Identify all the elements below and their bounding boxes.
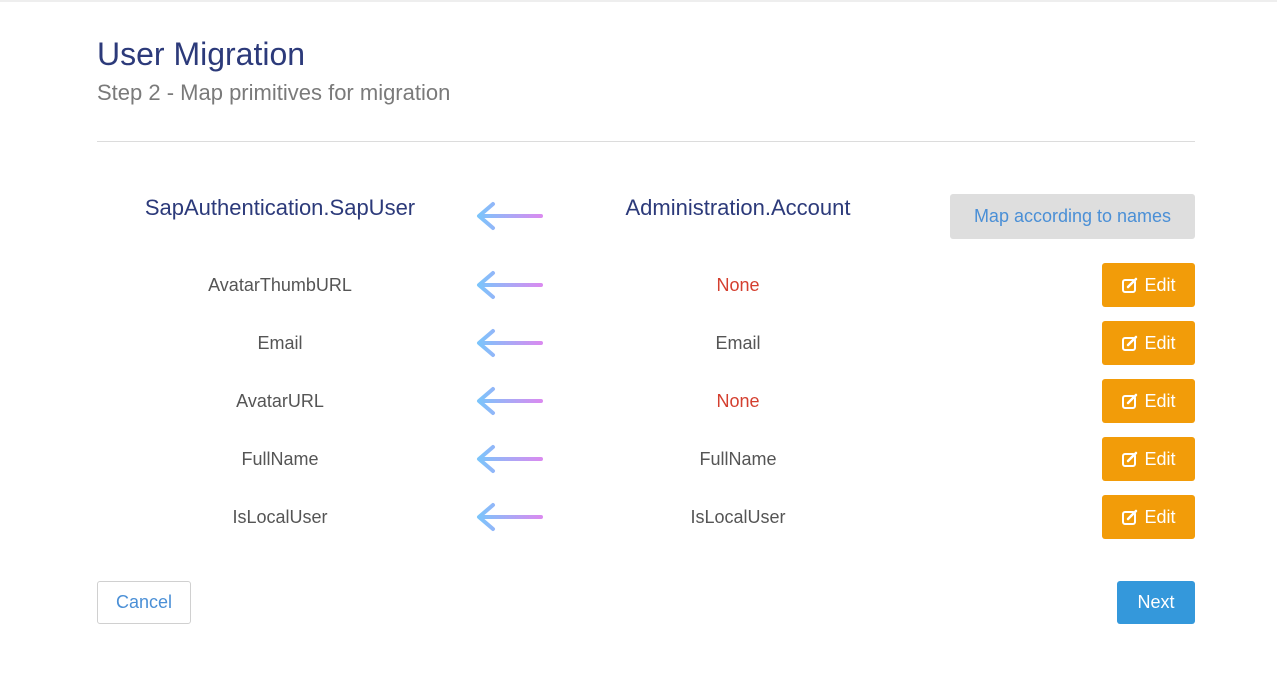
source-entity-title: Administration.Account (625, 195, 851, 220)
source-field: None (716, 275, 760, 295)
arrow-left-icon (477, 503, 543, 531)
edit-button[interactable]: Edit (1102, 263, 1195, 307)
arrow-left-icon (477, 329, 543, 357)
target-field: IsLocalUser (232, 507, 328, 527)
edit-icon (1122, 393, 1138, 409)
edit-button-label: Edit (1144, 390, 1176, 411)
edit-icon (1122, 451, 1138, 467)
target-field: FullName (241, 449, 319, 469)
edit-button-label: Edit (1144, 332, 1176, 353)
edit-button-label: Edit (1144, 506, 1176, 527)
target-entity-title: SapAuthentication.SapUser (144, 195, 416, 220)
target-field: AvatarURL (236, 391, 324, 411)
target-field: AvatarThumbURL (208, 275, 352, 295)
arrow-left-icon (477, 445, 543, 473)
source-field: FullName (699, 449, 777, 469)
edit-button[interactable]: Edit (1102, 321, 1195, 365)
top-strip (0, 0, 1277, 2)
arrow-left-icon (477, 271, 543, 299)
edit-button[interactable]: Edit (1102, 437, 1195, 481)
edit-button[interactable]: Edit (1102, 379, 1195, 423)
arrow-left-icon (477, 202, 543, 230)
source-field: IsLocalUser (690, 507, 786, 527)
edit-button[interactable]: Edit (1102, 495, 1195, 539)
edit-icon (1122, 277, 1138, 293)
cancel-button[interactable]: Cancel (97, 581, 191, 624)
source-field: None (716, 391, 760, 411)
edit-button-label: Edit (1144, 274, 1176, 295)
target-field: Email (257, 333, 303, 353)
edit-icon (1122, 335, 1138, 351)
page-title: User Migration (97, 36, 306, 72)
edit-icon (1122, 509, 1138, 525)
map-by-names-button[interactable]: Map according to names (950, 194, 1195, 239)
page-subtitle: Step 2 - Map primitives for migration (97, 80, 451, 105)
divider (97, 141, 1195, 142)
next-button[interactable]: Next (1117, 581, 1195, 624)
edit-button-label: Edit (1144, 448, 1176, 469)
arrow-left-icon (477, 387, 543, 415)
source-field: Email (715, 333, 761, 353)
